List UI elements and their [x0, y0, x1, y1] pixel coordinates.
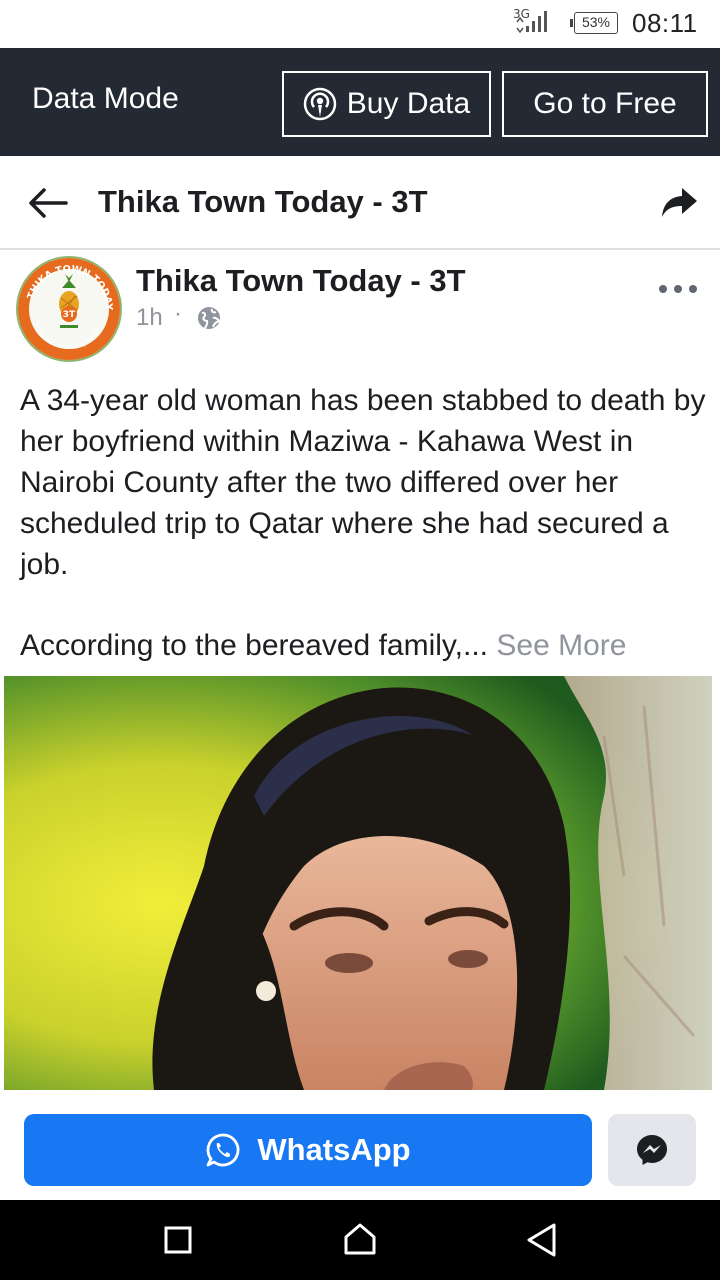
network-signal-icon: 3G: [513, 7, 547, 34]
more-options-icon[interactable]: [658, 284, 698, 294]
see-more-link[interactable]: See More: [496, 629, 626, 662]
thika-town-today-logo: THIKA TOWN TODAY Telling the Thika Story…: [18, 258, 120, 360]
buy-data-button[interactable]: Buy Data: [282, 71, 491, 137]
post-paragraph: According to the bereaved family,...: [20, 629, 489, 662]
whatsapp-icon: [206, 1133, 240, 1167]
post-paragraph: A 34-year old woman has been stabbed to …: [20, 384, 706, 581]
messenger-share-button[interactable]: [608, 1114, 696, 1186]
go-to-free-label: Go to Free: [533, 87, 677, 120]
meta-separator: ·: [174, 300, 182, 327]
share-arrow-icon[interactable]: [660, 186, 698, 220]
svg-text:3T: 3T: [63, 310, 76, 320]
post-photo[interactable]: [4, 676, 712, 1090]
page-avatar[interactable]: THIKA TOWN TODAY Telling the Thika Story…: [16, 256, 122, 362]
data-mode-label: Data Mode: [32, 82, 179, 115]
whatsapp-share-button[interactable]: WhatsApp: [24, 1114, 592, 1186]
go-to-free-button[interactable]: Go to Free: [502, 71, 708, 137]
post-timestamp[interactable]: 1h: [136, 304, 163, 332]
broadcast-icon: [303, 87, 337, 121]
whatsapp-label: WhatsApp: [257, 1132, 411, 1167]
home-icon[interactable]: [342, 1222, 378, 1256]
post-text: A 34-year old woman has been stabbed to …: [20, 380, 710, 585]
post-photo-image: [4, 676, 712, 1090]
globe-icon: [198, 307, 221, 329]
buy-data-label: Buy Data: [346, 87, 471, 120]
messenger-icon: [637, 1135, 667, 1165]
clock: 08:11: [632, 8, 698, 38]
battery-indicator: 53%: [570, 12, 618, 34]
post-text-truncated: According to the bereaved family,... See…: [20, 625, 710, 666]
status-bar: 3G 53% 08:11: [0, 0, 720, 48]
back-triangle-icon[interactable]: [524, 1222, 558, 1258]
arrow-left-icon[interactable]: [28, 186, 68, 220]
page-title: Thika Town Today - 3T: [98, 184, 428, 219]
post-author[interactable]: Thika Town Today - 3T: [136, 263, 466, 299]
recent-apps-icon[interactable]: [164, 1226, 192, 1254]
